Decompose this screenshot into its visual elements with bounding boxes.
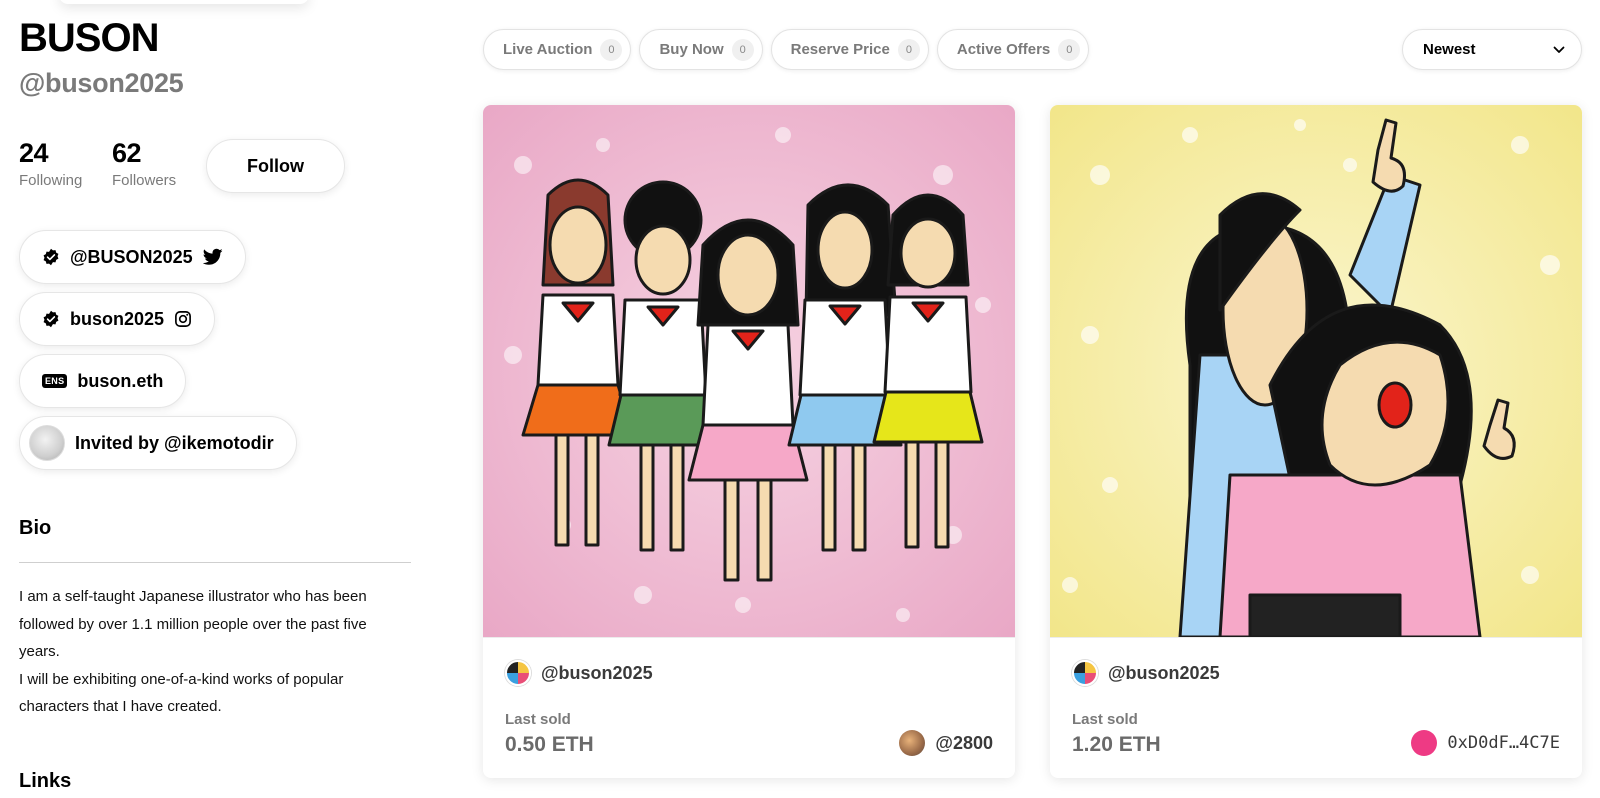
- card-creator[interactable]: @buson2025: [505, 660, 653, 686]
- filter-buy-now[interactable]: Buy Now 0: [639, 29, 763, 70]
- last-sold-label: Last sold: [505, 711, 571, 728]
- creator-avatar: [1072, 660, 1098, 686]
- invited-by-link[interactable]: Invited by @ikemotodir: [19, 416, 297, 470]
- display-name: BUSON: [19, 16, 159, 60]
- bio-divider: [19, 562, 411, 563]
- scroll-shadow: [59, 0, 309, 4]
- filter-live-auction[interactable]: Live Auction 0: [483, 29, 632, 70]
- card-owner[interactable]: @2800: [899, 730, 993, 756]
- profile-handle: @buson2025: [19, 68, 184, 98]
- verified-icon: [43, 248, 59, 266]
- card-info: @buson2025 Last sold 1.20 ETH 0xD0dF…4C7…: [1050, 637, 1582, 778]
- following-count: 24: [19, 138, 49, 168]
- ens-icon: ENS: [42, 374, 68, 388]
- filter-label: Active Offers: [956, 41, 1051, 58]
- card-creator[interactable]: @buson2025: [1072, 660, 1220, 686]
- filter-reserve-price[interactable]: Reserve Price 0: [770, 29, 929, 70]
- bio-text: I am a self-taught Japanese illustrator …: [19, 583, 411, 721]
- filter-count: 0: [897, 38, 920, 61]
- creator-handle: @buson2025: [541, 662, 653, 683]
- links-heading: Links: [19, 770, 72, 792]
- nft-artwork[interactable]: [483, 105, 1015, 637]
- twitter-icon: [202, 248, 223, 265]
- filter-label: Live Auction: [503, 41, 593, 58]
- twitter-handle: @BUSON2025: [70, 246, 193, 267]
- ens-name: buson.eth: [77, 370, 164, 391]
- filter-bar: Live Auction 0 Buy Now 0 Reserve Price 0…: [483, 29, 1090, 70]
- creator-handle: @buson2025: [1108, 662, 1220, 683]
- ens-link[interactable]: ENS buson.eth: [19, 354, 187, 408]
- instagram-link[interactable]: buson2025: [19, 292, 216, 346]
- filter-count: 0: [600, 38, 623, 61]
- card-owner[interactable]: 0xD0dF…4C7E: [1411, 730, 1560, 756]
- following-label: Following: [19, 172, 83, 189]
- owner-avatar: [1411, 730, 1438, 756]
- bio-heading: Bio: [19, 517, 52, 539]
- nft-artwork[interactable]: [1050, 105, 1582, 637]
- bio-line: I will be exhibiting one-of-a-kind works…: [19, 670, 344, 716]
- filter-label: Buy Now: [659, 41, 724, 58]
- twitter-link[interactable]: @BUSON2025: [19, 230, 246, 284]
- sort-selected: Newest: [1423, 41, 1476, 58]
- nft-card[interactable]: @buson2025 Last sold 1.20 ETH 0xD0dF…4C7…: [1050, 105, 1582, 778]
- owner-avatar: [899, 730, 926, 756]
- owner-address: 0xD0dF…4C7E: [1447, 733, 1560, 753]
- owner-handle: @2800: [935, 732, 993, 753]
- nft-card[interactable]: @buson2025 Last sold 0.50 ETH @2800: [483, 105, 1015, 778]
- instagram-icon: [175, 311, 191, 327]
- following-stat[interactable]: 24 Following: [19, 138, 82, 189]
- filter-label: Reserve Price: [790, 41, 890, 58]
- creator-avatar: [505, 660, 531, 686]
- follow-button[interactable]: Follow: [206, 139, 345, 193]
- followers-label: Followers: [112, 172, 177, 189]
- invited-by-text: Invited by @ikemotodir: [75, 432, 274, 453]
- filter-count: 0: [731, 38, 754, 61]
- card-info: @buson2025 Last sold 0.50 ETH @2800: [483, 637, 1015, 778]
- followers-stat[interactable]: 62 Followers: [112, 138, 176, 189]
- bio-line: I am a self-taught Japanese illustrator …: [19, 588, 367, 660]
- last-sold-price: 0.50 ETH: [505, 733, 594, 756]
- last-sold-price: 1.20 ETH: [1072, 733, 1161, 756]
- sort-dropdown[interactable]: Newest: [1402, 29, 1582, 70]
- instagram-handle: buson2025: [70, 308, 165, 329]
- inviter-avatar: [29, 425, 65, 461]
- followers-count: 62: [112, 138, 142, 168]
- last-sold-label: Last sold: [1072, 711, 1138, 728]
- filter-count: 0: [1058, 38, 1081, 61]
- verified-icon: [43, 310, 59, 328]
- filter-active-offers[interactable]: Active Offers 0: [936, 29, 1090, 70]
- chevron-down-icon: [1553, 46, 1565, 53]
